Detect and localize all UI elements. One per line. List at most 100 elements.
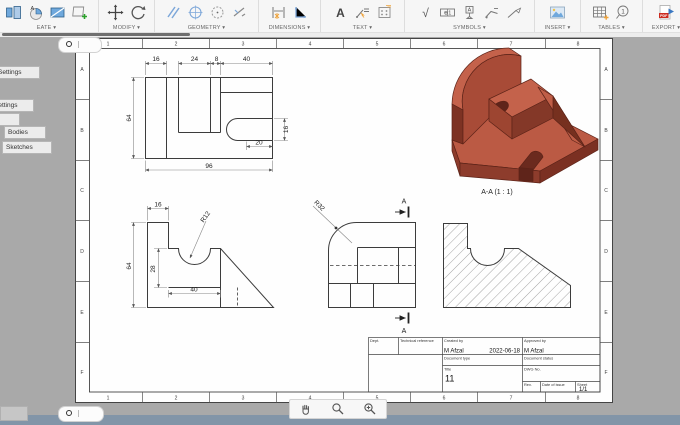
feature-control-frame-icon[interactable]: ⊕1 [438, 3, 457, 22]
sketch-circle-icon[interactable] [208, 3, 227, 22]
dim-top-64[interactable]: 64 [126, 114, 133, 122]
pan-icon[interactable] [299, 402, 313, 416]
datum-icon[interactable]: A [460, 3, 479, 22]
hole-table-icon[interactable] [375, 3, 394, 22]
sidebar-item-sketches[interactable]: Sketches [2, 141, 52, 154]
toolbar-text-label[interactable]: TEXT ▾ [321, 25, 404, 31]
datum-glyph: A [468, 7, 472, 13]
section-arrow-label-top[interactable]: A [402, 199, 407, 206]
projected-view-icon[interactable]: A [26, 3, 45, 22]
toolbar-tables-label[interactable]: TABLES ▾ [581, 25, 642, 31]
toolbar-dimensions-label[interactable]: DIMENSIONS ▾ [259, 25, 320, 31]
zone-col: 6 [443, 42, 446, 48]
section-arrow-label-bottom[interactable]: A [402, 328, 407, 335]
bend-note-icon[interactable] [482, 3, 501, 22]
surface-texture-icon[interactable]: √ [416, 3, 435, 22]
dim-top-96[interactable]: 96 [205, 163, 213, 170]
export-pdf-icon[interactable]: PDF [657, 3, 676, 22]
zone-col: 8 [577, 42, 580, 48]
horizontal-scrollbar[interactable] [2, 33, 190, 36]
dim-top-8[interactable]: 8 [215, 56, 219, 63]
collapsed-panel-handle[interactable] [0, 406, 28, 421]
drawing-canvas[interactable]: 1 2 3 4 5 6 7 8 1 2 3 4 5 6 7 8 A B C D … [0, 37, 680, 415]
dim-top-slot16[interactable]: 16 [283, 126, 290, 134]
sidebar-item-settings-1[interactable]: Settings [0, 66, 40, 79]
leader-text-icon[interactable] [353, 3, 372, 22]
toolbar-insert-label[interactable]: INSERT ▾ [535, 25, 580, 31]
toolbar-create-label[interactable]: EATE ▾ [0, 25, 98, 31]
dim-front-40[interactable]: 40 [190, 287, 198, 294]
toolbar-group-text: A TEXT ▾ [321, 0, 405, 32]
rotate-icon[interactable] [128, 3, 147, 22]
balloon-glyph: 1 [621, 8, 625, 15]
zone-row: D [80, 249, 84, 255]
zone-col: 4 [309, 42, 312, 48]
text-icon[interactable]: A [331, 3, 350, 22]
zone-col: 2 [175, 42, 178, 48]
balloon-icon[interactable]: 1 [613, 3, 632, 22]
approved-by-value[interactable]: M Afzal [524, 349, 544, 355]
section-view-icon[interactable] [48, 3, 67, 22]
dim-top-24[interactable]: 24 [191, 56, 199, 63]
sheet-dot-icon [66, 410, 72, 416]
surface-texture-glyph: √ [422, 6, 429, 20]
create-sketch-icon[interactable] [70, 3, 89, 22]
projected-view-letter: A [31, 6, 35, 12]
zone-row: C [80, 188, 84, 194]
base-view-icon[interactable] [4, 3, 23, 22]
rev-label: Rev. [524, 382, 532, 387]
sidebar-item-bodies[interactable]: Bodies [4, 126, 46, 139]
created-by-value[interactable]: M Afzal [444, 349, 464, 355]
approved-by-label: Approved by [524, 338, 546, 343]
table-icon[interactable] [591, 3, 610, 22]
zone-col: 1 [107, 42, 110, 48]
dim-top-16[interactable]: 16 [152, 56, 160, 63]
text-icon-letter: A [336, 6, 345, 20]
ordinate-dimension-icon[interactable] [291, 3, 310, 22]
zone-col: 7 [510, 42, 513, 48]
toolbar-group-symbols: √ ⊕1 A SYMBOLS ▾ [405, 0, 535, 32]
doc-status-label: Document status [524, 356, 553, 361]
toolbar-group-dimensions: DIMENSIONS ▾ [259, 0, 321, 32]
title-value[interactable]: 11 [445, 374, 454, 384]
center-mark-icon[interactable] [186, 3, 205, 22]
sheet-corner-control-bottom[interactable] [58, 406, 104, 422]
insert-image-icon[interactable] [548, 3, 567, 22]
toolbar-group-tables: 1 TABLES ▾ [581, 0, 643, 32]
sidebar-item-settings-2[interactable]: Settings [0, 99, 34, 112]
toolbar-group-geometry: GEOMETRY ▾ [155, 0, 259, 32]
sheet-value[interactable]: 1/1 [579, 387, 588, 393]
toolbar-group-modify: MODIFY ▾ [99, 0, 155, 32]
dim-front-16[interactable]: 16 [154, 202, 162, 209]
centerline-icon[interactable] [164, 3, 183, 22]
zone-row: D [604, 249, 608, 255]
zone-row: F [80, 370, 83, 376]
dim-top-40[interactable]: 40 [243, 56, 251, 63]
zoom-window-icon[interactable] [363, 402, 377, 416]
zone-col: 3 [242, 42, 245, 48]
arrow-leader-icon[interactable] [504, 3, 523, 22]
dim-front-28[interactable]: 28 [150, 265, 157, 273]
doc-type-label: Document type [444, 356, 470, 361]
sheet-dot-icon [66, 41, 72, 47]
toolbar-symbols-label[interactable]: SYMBOLS ▾ [405, 25, 534, 31]
move-icon[interactable] [106, 3, 125, 22]
section-view-label[interactable]: A-A (1 : 1) [481, 189, 513, 196]
toolbar-geometry-label[interactable]: GEOMETRY ▾ [155, 25, 258, 31]
dimension-icon[interactable] [269, 3, 288, 22]
dim-top-20[interactable]: 20 [255, 140, 263, 147]
zoom-icon[interactable] [331, 402, 345, 416]
sidebar-item-stub[interactable] [0, 113, 20, 126]
zone-col: 7 [510, 396, 513, 402]
sheet-grip-icon [78, 41, 79, 48]
toolbar-export-label[interactable]: EXPORT ▾ [643, 25, 680, 31]
dept-label: Dept. [370, 338, 379, 343]
edge-extension-icon[interactable] [230, 3, 249, 22]
date-value[interactable]: 2022-06-18 [489, 349, 520, 355]
zone-col: 3 [242, 396, 245, 402]
toolbar-modify-label[interactable]: MODIFY ▾ [99, 25, 154, 31]
tech-ref-label: Technical reference [400, 338, 434, 343]
sheet-corner-control-top[interactable] [58, 37, 102, 53]
zone-col: 6 [443, 396, 446, 402]
dim-front-64[interactable]: 64 [126, 262, 133, 270]
